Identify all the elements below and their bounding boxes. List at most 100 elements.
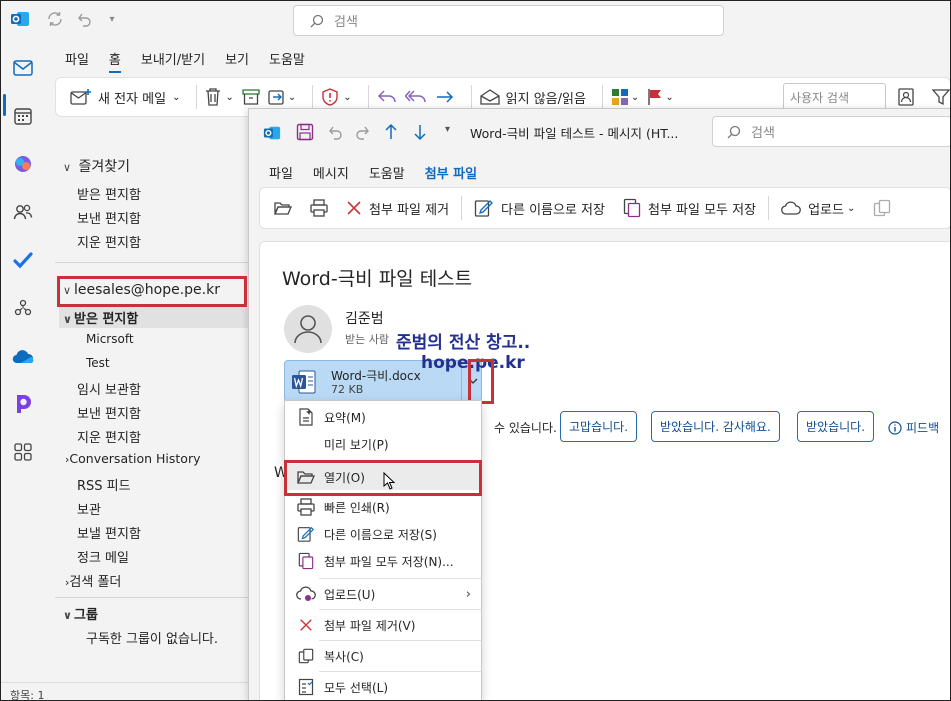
reply-button[interactable] [377, 89, 397, 105]
upload-label: 업로드 [808, 202, 844, 218]
quick-reply-hint: 수 있습니다. [494, 421, 557, 435]
user-search-box[interactable]: 사용자 검색 [783, 83, 886, 111]
menu-item-save-all-label: 첨부 파일 모두 저장(N)... [324, 554, 454, 569]
outer-tab-home[interactable]: 홈 [99, 45, 131, 73]
categorize-button[interactable]: ⌄ [611, 88, 639, 106]
undo-icon[interactable] [326, 123, 344, 144]
loop-icon[interactable] [11, 392, 35, 416]
chevron-down-icon: ⌄ [846, 202, 856, 214]
apps-grid-icon[interactable] [11, 440, 35, 464]
save-all-icon [623, 198, 641, 218]
menu-item-upload[interactable]: 업로드(U) › [285, 581, 481, 607]
next-item-icon[interactable] [413, 123, 427, 144]
feedback-link[interactable]: 피드백 [888, 419, 939, 436]
folder-favorite-sent[interactable]: 보낸 편지함 [77, 208, 141, 227]
favorites-header[interactable]: ∨ 즐겨찾기 [63, 156, 130, 176]
menu-separator [319, 671, 481, 672]
open-attachment-button[interactable] [274, 200, 292, 216]
menu-item-copy[interactable]: 복사(C) [285, 643, 481, 669]
outer-tab-file[interactable]: 파일 [55, 45, 99, 71]
unread-read-button[interactable]: 읽지 않음/읽음 [479, 88, 586, 107]
quick-reply-button[interactable]: 받았습니다. 감사해요. [651, 411, 780, 442]
move-button[interactable]: ⌄ [268, 88, 296, 106]
previous-item-icon[interactable] [384, 123, 398, 144]
message-subject: Word-극비 파일 테스트 [282, 268, 473, 290]
filter-icon[interactable] [931, 88, 951, 110]
copilot-icon[interactable] [11, 152, 35, 176]
flag-button[interactable]: ⌄ [647, 88, 674, 106]
folder-search-folders[interactable]: ›검색 폴더 [65, 571, 121, 590]
folder-inbox-child[interactable]: Test [86, 356, 110, 370]
mw-tab-message[interactable]: 메시지 [303, 161, 359, 184]
toolbar-divider [601, 85, 603, 109]
menu-item-save-as[interactable]: 다른 이름으로 저장(S) [285, 521, 481, 547]
outer-tab-help[interactable]: 도움말 [259, 45, 315, 71]
report-button[interactable]: ⌄ [321, 88, 352, 106]
outer-tab-view[interactable]: 보기 [215, 45, 259, 71]
menu-item-remove[interactable]: 첨부 파일 제거(V) [285, 612, 481, 638]
groups-header[interactable]: ∨ 그룹 [63, 604, 98, 623]
remove-icon [300, 619, 312, 631]
copy-button[interactable] [873, 199, 891, 217]
new-mail-button[interactable]: 새 전자 메일 ⌄ [70, 88, 180, 107]
save-all-button[interactable]: 첨부 파일 모두 저장 [623, 198, 756, 218]
menu-item-select-all[interactable]: 모두 선택(L) [285, 674, 481, 700]
mw-tab-attachments[interactable]: 첨부 파일 [415, 161, 487, 189]
upload-button[interactable]: 업로드 ⌄ [781, 199, 855, 218]
folder-outbox[interactable]: 보낼 편지함 [77, 523, 141, 542]
todo-check-icon[interactable] [11, 248, 35, 272]
folder-divider [55, 262, 250, 263]
calendar-icon[interactable] [11, 104, 35, 128]
mw-tab-file[interactable]: 파일 [259, 161, 303, 184]
forward-button[interactable] [435, 89, 455, 105]
quick-access-dropdown-icon[interactable]: ▾ [102, 9, 122, 29]
address-book-icon[interactable] [898, 88, 914, 110]
delete-button[interactable]: ⌄ [205, 88, 234, 106]
outer-title-bar: ▾ 검색 [0, 0, 951, 38]
unread-read-label: 읽지 않음/읽음 [505, 91, 586, 107]
outer-tab-send-receive[interactable]: 보내기/받기 [131, 45, 215, 71]
app-rail [0, 38, 46, 701]
folder-rss[interactable]: RSS 피드 [77, 475, 131, 494]
groups-icon[interactable] [11, 296, 35, 320]
rail-active-indicator [3, 94, 6, 116]
mw-tab-help[interactable]: 도움말 [359, 161, 415, 184]
folder-favorite-inbox[interactable]: 받은 편지함 [77, 184, 141, 203]
undo-icon[interactable] [74, 9, 94, 29]
menu-item-save-all[interactable]: 첨부 파일 모두 저장(N)... [285, 548, 481, 574]
folder-favorite-deleted[interactable]: 지운 편지함 [77, 232, 141, 251]
save-icon[interactable] [296, 123, 314, 144]
onedrive-icon[interactable] [11, 344, 35, 368]
folder-conversation-history[interactable]: ›Conversation History [65, 451, 201, 466]
print-attachment-button[interactable] [310, 199, 328, 217]
quick-reply-button[interactable]: 고맙습니다. [560, 411, 638, 442]
quick-reply-button[interactable]: 받았습니다. [797, 411, 875, 442]
save-as-button[interactable]: 다른 이름으로 저장 [474, 198, 605, 218]
menu-item-copy-label: 복사(C) [324, 649, 364, 664]
redo-icon[interactable] [354, 123, 372, 144]
folder-inbox-child[interactable]: Micrsoft [86, 332, 134, 346]
menu-item-summary[interactable]: 요약(M) [285, 404, 481, 430]
archive-button[interactable] [242, 89, 260, 105]
menu-item-preview[interactable]: 미리 보기(P) [285, 431, 481, 457]
mail-icon[interactable] [11, 56, 35, 80]
folder-archive[interactable]: 보관 [77, 499, 101, 518]
sync-icon[interactable] [45, 9, 65, 29]
people-icon[interactable] [11, 200, 35, 224]
folder-sent[interactable]: 보낸 편지함 [77, 403, 141, 422]
folder-deleted[interactable]: 지운 편지함 [77, 427, 141, 446]
folder-drafts[interactable]: 임시 보관함 [77, 379, 141, 398]
sender-name[interactable]: 김준범 [345, 308, 384, 328]
folder-junk[interactable]: 정크 메일 [77, 547, 129, 566]
remove-attachment-button[interactable]: 첨부 파일 제거 [346, 199, 449, 218]
menu-item-preview-label: 미리 보기(P) [324, 437, 389, 452]
outer-search-box[interactable]: 검색 [293, 5, 724, 36]
message-search-box[interactable]: 검색 [712, 116, 951, 147]
move-icon [268, 90, 284, 105]
menu-item-save-as-label: 다른 이름으로 저장(S) [324, 527, 437, 542]
reply-all-button[interactable] [404, 89, 427, 105]
menu-item-quick-print[interactable]: 빠른 인쇄(R) [285, 494, 481, 520]
chevron-down-icon[interactable]: ⌄ [172, 92, 180, 103]
folder-inbox[interactable]: ∨ 받은 편지함 [63, 308, 138, 327]
customize-dropdown-icon[interactable]: ▾ [445, 124, 450, 135]
